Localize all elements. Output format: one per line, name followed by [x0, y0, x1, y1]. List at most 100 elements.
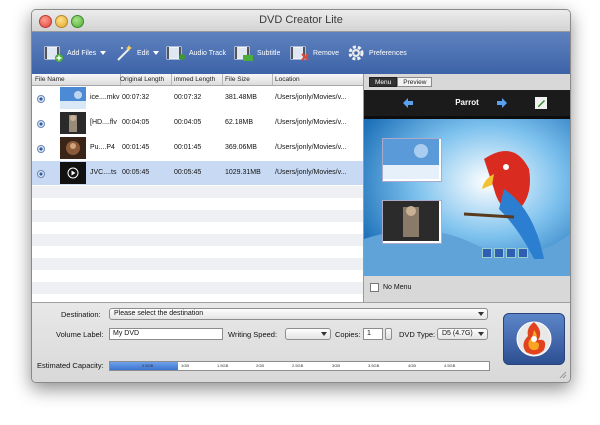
empty-row [32, 234, 363, 246]
selection-radio[interactable] [37, 120, 45, 128]
capacity-tick: 0.5GB [142, 363, 154, 368]
app-window: DVD Creator Lite Add Files Edit Audio Tr… [31, 9, 571, 383]
table-row[interactable]: [HD....flv 00:04:05 00:04:05 62.18MB /Us… [32, 111, 363, 135]
capacity-bar: 0.5GB 1GB 1.5GB 2GB 2.5GB 3GB 3.5GB 4GB … [109, 361, 490, 371]
menu-thumbnail-2[interactable] [382, 200, 442, 244]
original-length: 00:04:05 [122, 119, 150, 126]
edit-menu-icon[interactable] [534, 96, 548, 110]
no-menu-checkbox[interactable]: No Menu [370, 283, 411, 292]
empty-row [32, 282, 363, 294]
subtitle-button[interactable]: Subtitle [234, 40, 280, 66]
chevron-down-icon [153, 51, 160, 55]
video-thumbnail [60, 87, 86, 109]
prev-icon[interactable] [482, 248, 492, 258]
column-header-original-length[interactable]: Original Length [120, 76, 170, 83]
gear-icon [348, 45, 364, 61]
next-icon[interactable] [506, 248, 516, 258]
file-size: 381.48MB [225, 94, 257, 101]
writing-speed-select[interactable] [285, 328, 331, 340]
file-list-header: File Name Original Length immed Length F… [32, 74, 363, 86]
play-icon[interactable] [494, 248, 504, 258]
capacity-tick: 1.5GB [217, 363, 229, 368]
original-length: 00:05:45 [122, 169, 150, 176]
table-row[interactable]: ice....mkv 00:07:32 00:07:32 381.48MB /U… [32, 86, 363, 110]
remove-label: Remove [313, 49, 340, 57]
selection-radio[interactable] [37, 145, 45, 153]
volume-label-label: Volume Label: [56, 330, 104, 339]
trimmed-length: 00:05:45 [174, 169, 202, 176]
remove-button[interactable]: Remove [290, 40, 339, 66]
file-list: File Name Original Length immed Length F… [32, 74, 364, 302]
chevron-down-icon [478, 332, 484, 336]
remove-icon [290, 46, 309, 61]
chevron-down-icon [100, 51, 107, 55]
table-row[interactable]: Pu....P4 00:01:45 00:01:45 369.06MB /Use… [32, 136, 363, 160]
destination-select[interactable]: Please select the destination [109, 308, 488, 320]
audio-track-button[interactable]: Audio Track [166, 40, 226, 66]
original-length: 00:01:45 [122, 144, 150, 151]
edit-button[interactable]: Edit [114, 40, 160, 66]
audio-track-icon [166, 46, 185, 60]
dvd-type-value: D5 (4.7G) [442, 330, 473, 337]
original-length: 00:07:32 [122, 94, 150, 101]
output-settings: Destination: Please select the destinati… [32, 302, 570, 382]
volume-label-input[interactable]: My DVD [109, 328, 223, 340]
no-menu-label: No Menu [383, 284, 412, 291]
chevron-down-icon [321, 332, 327, 336]
column-header-trimmed-length[interactable]: immed Length [174, 76, 221, 83]
checkbox[interactable] [370, 283, 379, 292]
selection-radio[interactable] [37, 95, 45, 103]
capacity-tick: 3GB [332, 363, 341, 368]
column-header-file-name[interactable]: File Name [35, 76, 120, 83]
column-header-location[interactable]: Location [275, 76, 355, 83]
file-size: 369.06MB [225, 144, 257, 151]
add-files-button[interactable]: Add Files [44, 40, 107, 66]
audio-track-label: Audio Track [189, 49, 226, 57]
preferences-button[interactable]: Preferences [346, 40, 407, 66]
copies-input[interactable]: 1 [363, 328, 383, 340]
capacity-tick: 4.5GB [444, 363, 456, 368]
capacity-tick: 3.5GB [368, 363, 380, 368]
subtitle-icon [234, 46, 253, 61]
capacity-tick: 2GB [256, 363, 265, 368]
film-add-icon [44, 46, 63, 62]
arrow-right-icon[interactable] [496, 97, 508, 109]
video-thumbnail [60, 112, 86, 134]
tab-preview[interactable]: Preview [397, 77, 433, 87]
file-size: 1029.31MB [225, 169, 261, 176]
edit-label: Edit [137, 49, 150, 57]
capacity-tick: 4GB [408, 363, 417, 368]
menu-preview-panel: Menu Preview Parrot No Menu [364, 74, 570, 302]
menu-playback-controls [482, 248, 528, 258]
file-location: /Users/jonly/Movies/v... [275, 94, 347, 101]
video-thumbnail [60, 137, 86, 159]
capacity-tick: 1GB [181, 363, 190, 368]
resize-grip-icon[interactable] [559, 371, 567, 379]
selection-radio[interactable] [37, 170, 45, 178]
menu-nav-bar: Parrot [364, 90, 570, 116]
trimmed-length: 00:07:32 [174, 94, 202, 101]
trimmed-length: 00:01:45 [174, 144, 202, 151]
empty-row [32, 186, 363, 198]
table-row[interactable]: JVC....ts 00:05:45 00:05:45 1029.31MB /U… [32, 161, 363, 185]
file-location: /Users/jonly/Movies/v... [275, 144, 347, 151]
chapter-thumbnail-image [383, 139, 439, 179]
copies-stepper[interactable] [385, 328, 392, 340]
capacity-tick: 2.5GB [292, 363, 304, 368]
end-icon[interactable] [518, 248, 528, 258]
menu-preview: Parrot [364, 90, 570, 276]
column-header-file-size[interactable]: File Size [225, 76, 270, 83]
burn-disc-icon [516, 321, 552, 357]
chevron-down-icon [478, 312, 484, 316]
tab-menu[interactable]: Menu [369, 77, 398, 87]
file-name: ice....mkv [90, 94, 120, 101]
title-bar: DVD Creator Lite [32, 10, 570, 32]
file-size: 62.18MB [225, 119, 254, 126]
preferences-label: Preferences [369, 49, 407, 57]
trimmed-length: 00:04:05 [174, 119, 202, 126]
dvd-type-select[interactable]: D5 (4.7G) [437, 328, 488, 340]
preview-tabs: Menu Preview [369, 77, 433, 87]
menu-thumbnail-1[interactable] [382, 138, 442, 182]
burn-button[interactable] [503, 313, 565, 365]
copies-label: Copies: [335, 330, 361, 339]
